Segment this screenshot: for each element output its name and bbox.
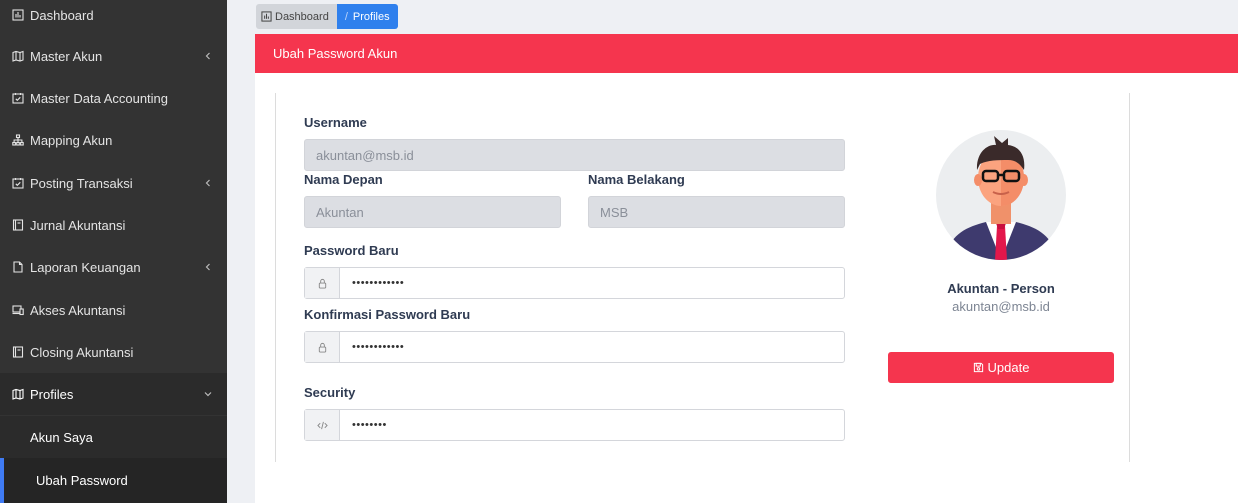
breadcrumb: Dashboard / Profiles [256, 4, 398, 29]
sidebar-item-label: Closing Akuntansi [30, 344, 134, 360]
sidebar-item-label: Dashboard [30, 7, 94, 23]
new-password-group: •••••••••••• [304, 267, 845, 299]
avatar [936, 130, 1066, 260]
confirm-password-input[interactable]: •••••••••••• [340, 332, 844, 362]
map-icon [11, 387, 25, 401]
update-button-label: Update [987, 360, 1030, 375]
first-name-label: Nama Depan [304, 172, 383, 187]
chevron-down-icon [204, 390, 212, 398]
security-label: Security [304, 385, 356, 400]
sidebar-item-label: Profiles [30, 386, 74, 402]
save-icon [973, 362, 983, 373]
new-password-input[interactable]: •••••••••••• [340, 268, 844, 298]
change-password-card: Ubah Password Akun Username akuntan@msb.… [255, 34, 1238, 503]
breadcrumb-home-label: Dashboard [275, 10, 329, 23]
sidebar-subitem-akun-saya[interactable]: Akun Saya [0, 416, 227, 458]
username-field[interactable]: akuntan@msb.id [304, 139, 845, 171]
update-button[interactable]: Update [888, 352, 1114, 383]
breadcrumb-home[interactable]: Dashboard [256, 4, 337, 29]
sidebar-item-master-data-accounting[interactable]: Master Data Accounting [0, 77, 227, 119]
sidebar-item-master-akun[interactable]: Master Akun [0, 35, 227, 77]
file-icon [11, 260, 25, 274]
security-input[interactable]: •••••••• [340, 410, 844, 440]
security-group: •••••••• [304, 409, 845, 441]
sidebar-item-profiles[interactable]: Profiles [0, 373, 227, 415]
bar-chart-icon [11, 8, 25, 22]
breadcrumb-current-label: Profiles [352, 10, 390, 23]
card-header: Ubah Password Akun [255, 34, 1238, 73]
breadcrumb-separator: / [344, 10, 348, 23]
sidebar-subitem-label: Akun Saya [30, 429, 93, 445]
map-icon [11, 49, 25, 63]
sidebar-subitem-ubah-password[interactable]: Ubah Password [0, 458, 227, 503]
main-content: Dashboard / Profiles Ubah Password Akun … [227, 0, 1238, 503]
profile-email: akuntan@msb.id [952, 299, 1050, 314]
sidebar-item-label: Mapping Akun [30, 132, 113, 148]
book-icon [11, 345, 25, 359]
code-icon [305, 410, 340, 440]
chevron-left-icon [204, 263, 212, 271]
new-password-label: Password Baru [304, 243, 399, 258]
sidebar-item-jurnal-akuntansi[interactable]: Jurnal Akuntansi [0, 204, 227, 246]
sidebar-item-label: Akses Akuntansi [30, 302, 126, 318]
sidebar-item-akses-akuntansi[interactable]: Akses Akuntansi [0, 289, 227, 331]
sidebar-subitem-label: Ubah Password [36, 473, 128, 488]
username-label: Username [304, 115, 367, 130]
chevron-left-icon [204, 52, 212, 60]
sidebar-item-label: Posting Transaksi [30, 175, 133, 191]
last-name-field[interactable]: MSB [588, 196, 845, 228]
breadcrumb-current: / Profiles [336, 4, 398, 29]
calendar-check-icon [11, 91, 25, 105]
sidebar-item-label: Master Akun [30, 48, 103, 64]
sidebar: Dashboard Master Akun Master Data Accoun… [0, 0, 227, 503]
lock-icon [305, 332, 340, 362]
chevron-left-icon [204, 179, 212, 187]
first-name-field[interactable]: Akuntan [304, 196, 561, 228]
sitemap-icon [11, 133, 25, 147]
sidebar-item-laporan-keuangan[interactable]: Laporan Keuangan [0, 246, 227, 288]
calendar-check-icon [11, 176, 25, 190]
sidebar-item-label: Jurnal Akuntansi [30, 217, 126, 233]
card-title: Ubah Password Akun [273, 46, 398, 61]
bar-chart-icon [261, 11, 272, 22]
sidebar-item-posting-transaksi[interactable]: Posting Transaksi [0, 162, 227, 204]
sidebar-item-label: Master Data Accounting [30, 90, 169, 106]
sidebar-item-closing-akuntansi[interactable]: Closing Akuntansi [0, 331, 227, 373]
profile-name: Akuntan - Person [947, 281, 1055, 296]
lock-icon [305, 268, 340, 298]
devices-icon [11, 303, 25, 317]
confirm-password-group: •••••••••••• [304, 331, 845, 363]
confirm-password-label: Konfirmasi Password Baru [304, 307, 471, 322]
sidebar-item-label: Laporan Keuangan [30, 259, 141, 275]
sidebar-item-mapping-akun[interactable]: Mapping Akun [0, 119, 227, 161]
book-icon [11, 218, 25, 232]
last-name-label: Nama Belakang [588, 172, 685, 187]
sidebar-item-dashboard[interactable]: Dashboard [0, 0, 227, 36]
